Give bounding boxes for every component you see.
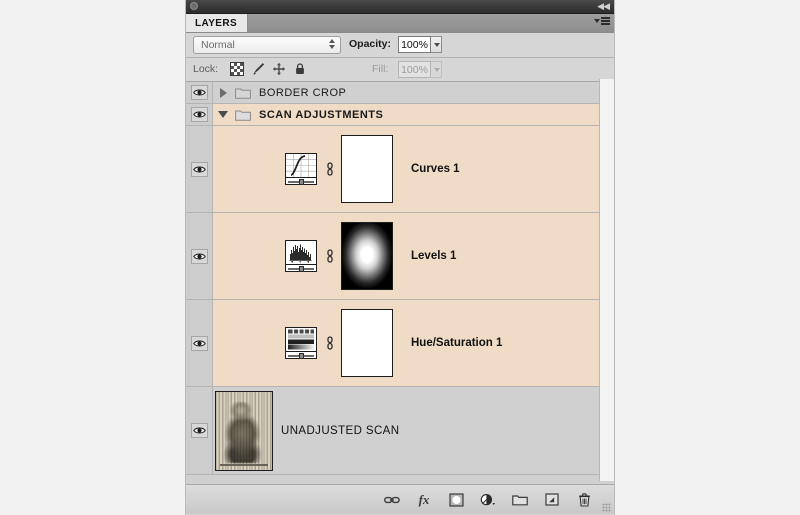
- visibility-cell[interactable]: [186, 82, 213, 103]
- curves-adjustment-thumbnail[interactable]: [285, 153, 317, 185]
- link-mask-icon[interactable]: [325, 249, 335, 263]
- layer-list-empty-area: [186, 475, 614, 484]
- layer-list[interactable]: BORDER CROP SCAN ADJUSTMENTS Curves 1 Le…: [186, 82, 614, 484]
- layer-row-body[interactable]: UNADJUSTED SCAN: [213, 387, 614, 474]
- eye-visibility-icon[interactable]: [190, 335, 208, 351]
- layer-row-hue-saturation-1[interactable]: Hue/Saturation 1: [186, 300, 614, 387]
- layer-name: Curves 1: [411, 163, 460, 175]
- layer-row-body[interactable]: BORDER CROP: [213, 82, 614, 103]
- opacity-dropdown-button[interactable]: [431, 36, 442, 53]
- layer-name: UNADJUSTED SCAN: [281, 424, 400, 437]
- eye-visibility-icon[interactable]: [190, 248, 208, 264]
- eye-visibility-icon[interactable]: [190, 107, 208, 122]
- layer-row-body[interactable]: Hue/Saturation 1: [213, 300, 614, 386]
- triangle-down-icon[interactable]: [213, 111, 233, 118]
- resize-grip-icon[interactable]: [602, 503, 611, 512]
- hue-saturation-adjustment-thumbnail[interactable]: [285, 327, 317, 359]
- lock-transparency-icon[interactable]: [230, 62, 244, 76]
- delete-layer-button[interactable]: [576, 492, 592, 508]
- layer-row-body[interactable]: Curves 1: [213, 126, 614, 212]
- fill-dropdown-button[interactable]: [431, 61, 442, 78]
- adjustment-slider-icon: [286, 350, 316, 359]
- blend-mode-value: Normal: [201, 39, 235, 51]
- panel-menu-triangle-icon: [594, 18, 600, 23]
- eye-visibility-icon[interactable]: [190, 423, 208, 438]
- opacity-input[interactable]: 100%: [398, 36, 431, 53]
- hue-saturation-bars-icon: [286, 328, 316, 351]
- blend-mode-stepper-icon: [329, 39, 335, 49]
- collapse-panel-chevrons-icon[interactable]: ◀◀: [597, 1, 610, 12]
- layer-mask-thumbnail[interactable]: [341, 135, 393, 203]
- folder-icon: [233, 87, 253, 99]
- panel-menu-icon[interactable]: [594, 17, 610, 25]
- blend-mode-select[interactable]: Normal: [193, 36, 341, 54]
- layer-row-unadjusted-scan[interactable]: UNADJUSTED SCAN: [186, 387, 614, 475]
- adjustment-slider-icon: [286, 176, 316, 185]
- layers-panel: ◀◀ LAYERS Normal Opacity: 100% Lock: Fil…: [185, 0, 615, 515]
- layer-name: SCAN ADJUSTMENTS: [259, 108, 384, 121]
- layers-toolbar-buttons: fx: [384, 485, 592, 514]
- opacity-label: Opacity:: [349, 38, 392, 50]
- layer-row-border-crop[interactable]: BORDER CROP: [186, 82, 614, 104]
- new-adjustment-layer-button[interactable]: [480, 492, 496, 508]
- eye-visibility-icon[interactable]: [190, 161, 208, 177]
- screenshot-root: ◀◀ LAYERS Normal Opacity: 100% Lock: Fil…: [0, 0, 800, 515]
- layer-row-scan-adjustments[interactable]: SCAN ADJUSTMENTS: [186, 104, 614, 126]
- visibility-cell[interactable]: [186, 387, 213, 474]
- visibility-cell[interactable]: [186, 126, 213, 212]
- visibility-cell[interactable]: [186, 104, 213, 125]
- layer-mask-thumbnail[interactable]: [341, 222, 393, 290]
- lock-fill-row: Lock: Fill: 100%: [186, 58, 614, 82]
- levels-adjustment-thumbnail[interactable]: [285, 240, 317, 272]
- chevron-down-icon: [434, 68, 440, 72]
- lock-position-icon[interactable]: [272, 62, 286, 76]
- chevron-down-icon: [434, 43, 440, 47]
- tab-layers[interactable]: LAYERS: [186, 14, 249, 32]
- add-layer-style-button[interactable]: fx: [416, 492, 432, 508]
- fill-label: Fill:: [372, 63, 389, 75]
- panel-tab-row: LAYERS: [186, 14, 614, 33]
- visibility-cell[interactable]: [186, 300, 213, 386]
- link-mask-icon[interactable]: [325, 336, 335, 350]
- add-layer-mask-button[interactable]: [448, 492, 464, 508]
- layer-name: BORDER CROP: [259, 86, 347, 99]
- lock-buttons-group: [230, 62, 307, 76]
- blend-opacity-row: Normal Opacity: 100%: [186, 33, 614, 58]
- titlebar-dot-icon: [190, 2, 198, 10]
- layer-name: Levels 1: [411, 250, 457, 262]
- folder-icon: [233, 109, 253, 121]
- panel-menu-lines-icon: [601, 17, 610, 25]
- link-mask-icon[interactable]: [325, 162, 335, 176]
- fill-input[interactable]: 100%: [398, 61, 431, 78]
- lock-label: Lock:: [193, 63, 219, 75]
- levels-histogram-icon: [286, 241, 316, 264]
- layer-list-scrollbar[interactable]: [599, 79, 614, 481]
- layer-name: Hue/Saturation 1: [411, 337, 503, 349]
- eye-visibility-icon[interactable]: [190, 85, 208, 100]
- lock-image-pixels-icon[interactable]: [251, 62, 265, 76]
- layers-bottom-toolbar: fx: [186, 484, 614, 514]
- curves-graph-icon: [286, 154, 316, 177]
- lock-all-icon[interactable]: [293, 62, 307, 76]
- adjustment-slider-icon: [286, 263, 316, 272]
- triangle-right-icon[interactable]: [213, 87, 233, 98]
- new-group-button[interactable]: [512, 492, 528, 508]
- layer-row-body[interactable]: SCAN ADJUSTMENTS: [213, 104, 614, 125]
- layer-row-levels-1[interactable]: Levels 1: [186, 213, 614, 300]
- layer-row-curves-1[interactable]: Curves 1: [186, 126, 614, 213]
- panel-titlebar: ◀◀: [186, 0, 614, 14]
- fx-icon: fx: [418, 491, 430, 507]
- layer-mask-thumbnail[interactable]: [341, 309, 393, 377]
- layer-row-body[interactable]: Levels 1: [213, 213, 614, 299]
- scanned-photo-thumbnail[interactable]: [215, 390, 273, 471]
- visibility-cell[interactable]: [186, 213, 213, 299]
- new-layer-button[interactable]: [544, 492, 560, 508]
- link-layers-button[interactable]: [384, 492, 400, 508]
